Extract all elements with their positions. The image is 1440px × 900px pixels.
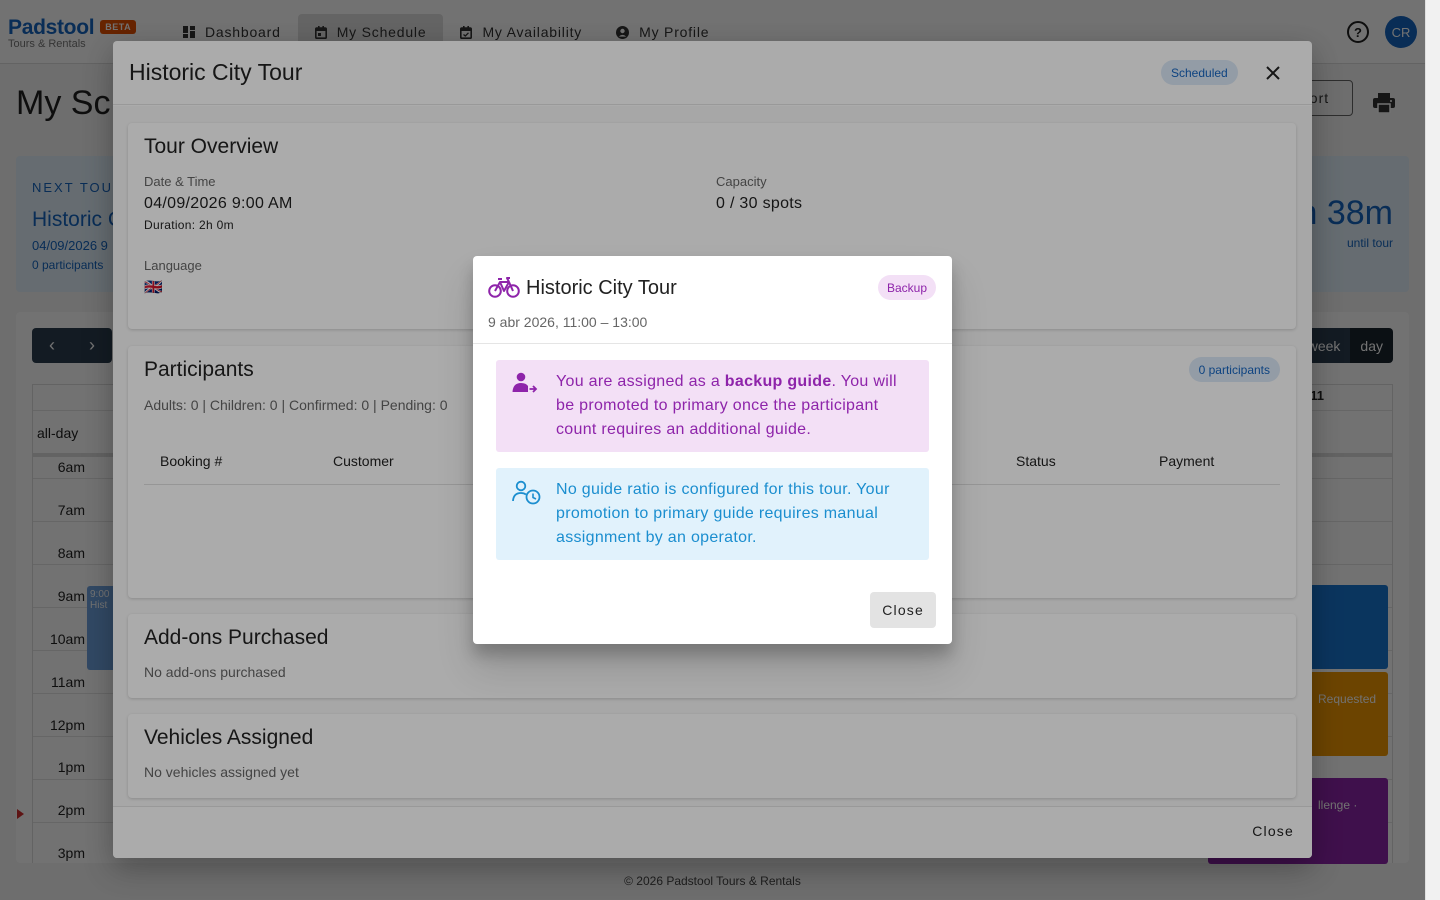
backup-dialog-close-button[interactable]: Close <box>870 592 936 628</box>
bicycle-icon <box>488 277 520 298</box>
divider <box>473 343 952 344</box>
person-arrow-icon <box>512 370 540 442</box>
backup-dialog-datetime: 9 abr 2026, 11:00 – 13:00 <box>488 314 648 330</box>
page-scrollbar[interactable] <box>1425 0 1440 900</box>
person-clock-icon <box>512 478 541 550</box>
backup-guide-dialog: Historic City Tour Backup 9 abr 2026, 11… <box>473 256 952 644</box>
alert-text-part: You are assigned as a <box>556 373 725 390</box>
backup-guide-alert: You are assigned as a backup guide. You … <box>496 360 929 452</box>
backup-dialog-title: Historic City Tour <box>526 277 677 299</box>
alert-text-emphasis: backup guide <box>724 373 832 390</box>
guide-ratio-alert-text: No guide ratio is configured for this to… <box>556 481 890 546</box>
backup-badge: Backup <box>877 275 936 300</box>
guide-ratio-alert: No guide ratio is configured for this to… <box>496 468 929 560</box>
backup-guide-alert-text: You are assigned as a backup guide. You … <box>556 370 913 442</box>
